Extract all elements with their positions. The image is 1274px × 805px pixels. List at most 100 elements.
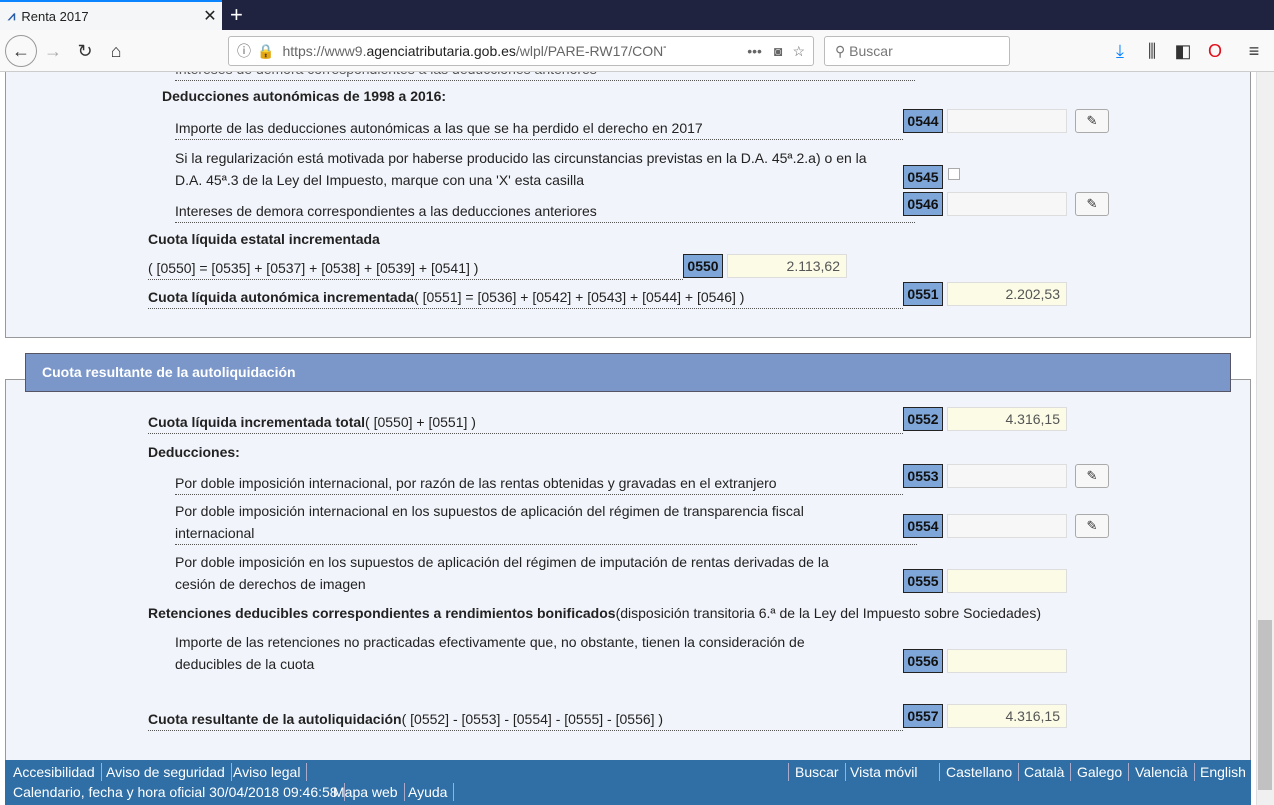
resultante-row: Cuota resultante de la autoliquidación( …: [148, 708, 903, 731]
download-icon[interactable]: ⤓: [1107, 38, 1133, 64]
cuota-autonomica-title: Cuota líquida autonómica incrementada: [148, 289, 415, 305]
cut-row-label: Intereses de demora correspondientes a l…: [175, 72, 915, 81]
url-bar[interactable]: ⓘ 🔒 https://www9. agenciatributaria.gob.e…: [228, 36, 814, 66]
checkbox-0545[interactable]: [948, 168, 960, 180]
box-code: 0545: [903, 165, 943, 189]
tab-title: Renta 2017: [21, 8, 89, 24]
value-0550: 2.113,62: [727, 254, 847, 278]
url-domain: agenciatributaria.gob.es: [366, 43, 516, 59]
footer-link[interactable]: Aviso legal: [227, 763, 308, 781]
browser-tab[interactable]: ⩘ Renta 2017 ✕: [0, 0, 222, 30]
cuota-autonomica-formula: ( [0551] = [0536] + [0542] + [0543] + [0…: [414, 289, 745, 305]
url-path: /wlpl/PARE-RW17/CONT/index: [515, 43, 666, 59]
value-0552: 4.316,15: [947, 407, 1067, 431]
retenciones-note: (disposición transitoria 6.ª de la Ley d…: [615, 605, 1041, 621]
row-label: Por doble imposición internacional en lo…: [175, 503, 804, 519]
new-tab-button[interactable]: +: [230, 2, 243, 28]
search-icon: ⚲: [835, 43, 850, 59]
footer-link[interactable]: Galego: [1071, 763, 1130, 781]
footer-date: Calendario, fecha y hora oficial 30/04/2…: [7, 783, 345, 801]
menu-icon[interactable]: ≡: [1241, 38, 1267, 64]
lock-icon: 🔒: [257, 42, 275, 59]
box-code: 0552: [903, 407, 943, 431]
value-0551: 2.202,53: [947, 282, 1067, 306]
retenciones-title: Retenciones deducibles correspondientes …: [148, 605, 616, 621]
pencil-icon: ✎: [1086, 196, 1098, 211]
footer-link[interactable]: Castellano: [940, 763, 1020, 781]
box-code: 0551: [903, 282, 943, 306]
cuota-autonomica-row: Cuota líquida autonómica incrementada( […: [148, 286, 903, 309]
total-row: Cuota líquida incrementada total( [0550]…: [148, 411, 903, 434]
info-icon[interactable]: ⓘ: [237, 41, 251, 61]
total-title: Cuota líquida incrementada total: [148, 414, 366, 430]
footer-link[interactable]: Ayuda: [402, 783, 455, 801]
footer-link[interactable]: Accesibilidad: [7, 763, 102, 781]
box-code: 0554: [903, 514, 943, 538]
edit-pencil-button[interactable]: ✎: [1075, 464, 1109, 488]
forward-button[interactable]: →: [40, 38, 66, 64]
sidebar-icon[interactable]: ◧: [1170, 38, 1196, 64]
row-label: D.A. 45ª.3 de la Ley del Impuesto, marqu…: [175, 172, 584, 188]
search-input[interactable]: ⚲ Buscar: [824, 36, 1010, 66]
scrollbar-thumb[interactable]: [1258, 620, 1272, 790]
retenciones-row: Retenciones deducibles correspondientes …: [148, 602, 1041, 624]
footer: Accesibilidad Aviso de seguridad Aviso l…: [5, 760, 1251, 805]
value-0556: [947, 649, 1067, 673]
value-0555: [947, 569, 1067, 593]
page-content: Intereses de demora correspondientes a l…: [0, 72, 1256, 805]
section-heading: Deducciones autonómicas de 1998 a 2016:: [162, 88, 447, 104]
row-label: Por doble imposición en los supuestos de…: [175, 554, 829, 570]
pencil-icon: ✎: [1086, 518, 1098, 533]
row-label: deducibles de la cuota: [175, 656, 315, 672]
row-label: Si la regularización está motivada por h…: [175, 150, 867, 166]
navigation-bar: ← → ↻ ⌂ ⓘ 🔒 https://www9. agenciatributar…: [0, 30, 1274, 72]
back-button[interactable]: ←: [5, 35, 37, 67]
pencil-icon: ✎: [1086, 468, 1098, 483]
star-icon[interactable]: ☆: [792, 43, 805, 60]
footer-link[interactable]: English: [1194, 763, 1252, 781]
edit-pencil-button[interactable]: ✎: [1075, 109, 1109, 133]
input-0546[interactable]: [947, 192, 1067, 216]
input-0553[interactable]: [947, 464, 1067, 488]
footer-link[interactable]: Buscar: [788, 763, 846, 781]
row-label: Intereses de demora correspondientes a l…: [175, 200, 915, 223]
row-label: Por doble imposición internacional, por …: [175, 472, 903, 495]
close-tab-icon[interactable]: ✕: [198, 6, 222, 26]
search-placeholder: Buscar: [849, 43, 893, 59]
row-label: Importe de las retenciones no practicada…: [175, 634, 805, 650]
box-code: 0553: [903, 464, 943, 488]
total-formula: ( [0550] + [0551] ): [365, 414, 476, 430]
agencia-tributaria-logo-icon: ⩘: [8, 8, 16, 23]
input-0544[interactable]: [947, 109, 1067, 133]
cuota-estatal-formula: ( [0550] = [0535] + [0537] + [0538] + [0…: [148, 257, 683, 280]
pencil-icon: ✎: [1086, 113, 1098, 128]
box-code: 0557: [903, 704, 943, 728]
library-icon[interactable]: ⫼: [1139, 38, 1165, 64]
row-label: cesión de derechos de imagen: [175, 576, 366, 592]
row-label: internacional: [175, 522, 917, 545]
box-code: 0555: [903, 569, 943, 593]
input-0554[interactable]: [947, 514, 1067, 538]
pocket-icon[interactable]: ◙: [774, 43, 782, 59]
footer-link[interactable]: Valencià: [1129, 763, 1195, 781]
deducciones-heading: Deducciones:: [148, 444, 240, 460]
home-button[interactable]: ⌂: [103, 38, 129, 64]
edit-pencil-button[interactable]: ✎: [1075, 192, 1109, 216]
footer-link[interactable]: Aviso de seguridad: [100, 763, 232, 781]
box-code: 0556: [903, 649, 943, 673]
opera-icon[interactable]: O: [1202, 38, 1228, 64]
box-code: 0550: [683, 254, 723, 278]
row-label: Importe de las deducciones autonómicas a…: [175, 117, 903, 140]
url-prefix: https://www9.: [282, 43, 367, 59]
resultante-title: Cuota resultante de la autoliquidación: [148, 711, 402, 727]
footer-link[interactable]: Vista móvil: [844, 763, 940, 781]
box-code: 0544: [903, 109, 943, 133]
section-header: Cuota resultante de la autoliquidación: [25, 353, 1231, 392]
footer-link[interactable]: Català: [1018, 763, 1072, 781]
footer-link[interactable]: Mapa web: [327, 783, 405, 801]
box-code: 0546: [903, 192, 943, 216]
edit-pencil-button[interactable]: ✎: [1075, 514, 1109, 538]
more-icon[interactable]: •••: [747, 43, 762, 59]
cuota-estatal-title: Cuota líquida estatal incrementada: [148, 231, 380, 247]
reload-button[interactable]: ↻: [72, 38, 98, 64]
